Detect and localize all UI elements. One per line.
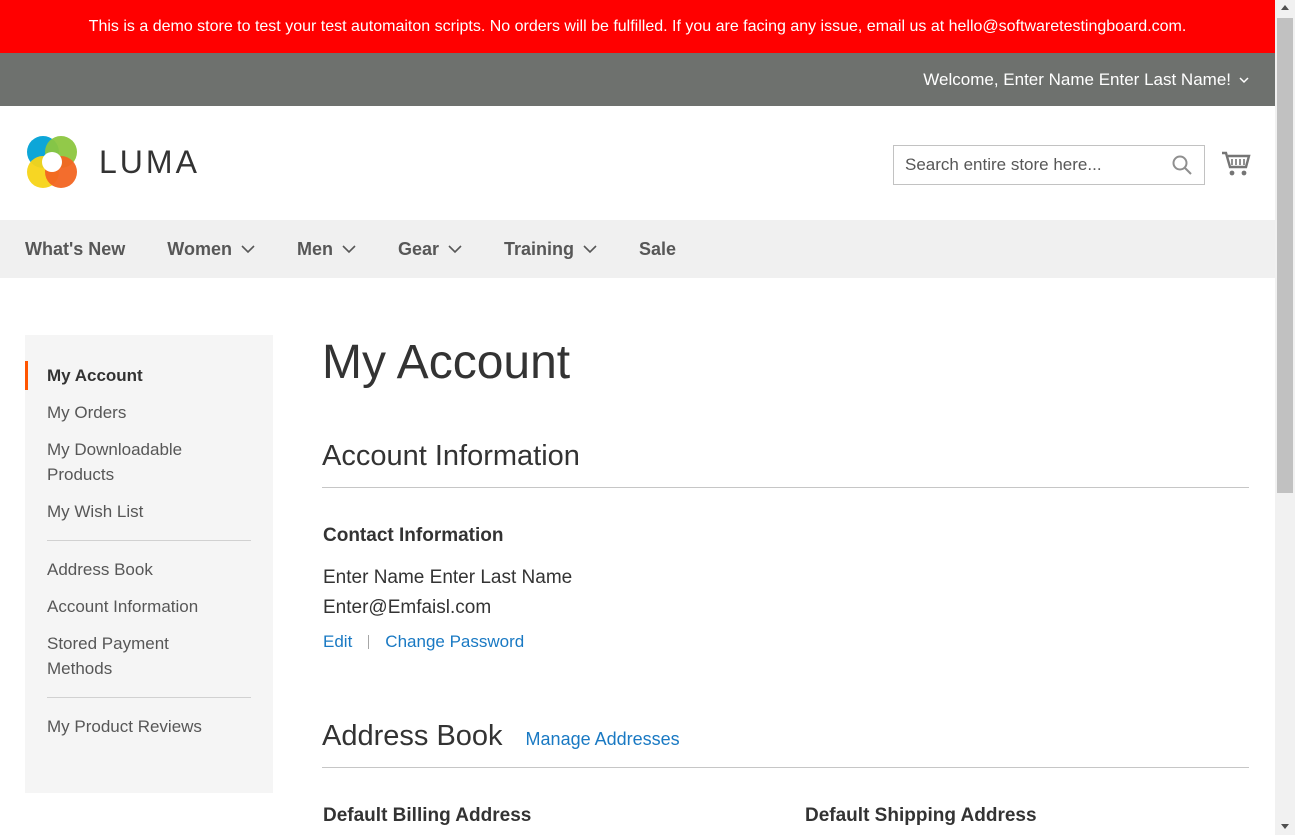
nav-item-whats-new[interactable]: What's New	[25, 239, 125, 260]
contact-email: Enter@Emfaisl.com	[323, 597, 492, 618]
sidebar-item-my-account[interactable]: My Account	[25, 357, 273, 394]
site-header: LUMA	[0, 106, 1275, 220]
sidebar-item-product-reviews[interactable]: My Product Reviews	[25, 708, 273, 745]
sidebar-divider	[47, 540, 251, 541]
welcome-menu[interactable]: Welcome, Enter Name Enter Last Name!	[923, 70, 1249, 90]
sidebar-item-label: Address Book	[47, 560, 153, 579]
nav-item-gear[interactable]: Gear	[398, 239, 462, 260]
page-scrollbar[interactable]	[1275, 0, 1295, 835]
demo-notice-bar: This is a demo store to test your test a…	[0, 0, 1275, 53]
page-title: My Account	[322, 336, 571, 389]
nav-label: Men	[296, 238, 333, 259]
section-title: Address Book	[322, 720, 503, 752]
nav-item-men[interactable]: Men	[297, 239, 356, 260]
nav-label: Sale	[639, 238, 677, 259]
chevron-down-icon	[1239, 76, 1249, 83]
welcome-bar: Welcome, Enter Name Enter Last Name!	[0, 53, 1275, 106]
contact-information-title: Contact Information	[323, 525, 504, 546]
nav-item-training[interactable]: Training	[504, 239, 597, 260]
nav-item-women[interactable]: Women	[167, 239, 255, 260]
account-information-section: Account Information	[322, 440, 1249, 488]
sidebar-item-stored-payment-methods[interactable]: Stored Payment Methods	[25, 625, 225, 687]
scroll-down-icon[interactable]	[1281, 824, 1289, 829]
nav-label: What's New	[25, 238, 126, 259]
welcome-text: Welcome, Enter Name Enter Last Name!	[923, 69, 1231, 89]
sidebar-item-label: My Downloadable Products	[47, 440, 183, 484]
default-shipping-title: Default Shipping Address	[805, 805, 1037, 826]
manage-addresses-link[interactable]: Manage Addresses	[526, 729, 680, 750]
sidebar-item-label: My Account	[47, 366, 143, 385]
search-icon[interactable]	[1171, 154, 1193, 176]
demo-notice-text: This is a demo store to test your test a…	[88, 17, 1187, 35]
scrollbar-thumb[interactable]	[1277, 18, 1293, 493]
scroll-up-icon[interactable]	[1281, 5, 1289, 10]
nav-item-sale[interactable]: Sale	[639, 239, 676, 260]
sidebar-item-address-book[interactable]: Address Book	[25, 551, 273, 588]
account-sidebar: My Account My Orders My Downloadable Pro…	[25, 335, 273, 793]
edit-link[interactable]: Edit	[323, 632, 352, 652]
main-nav: What's New Women Men Gear Training Sale	[0, 220, 1275, 278]
cart-icon[interactable]	[1221, 148, 1251, 178]
sidebar-item-my-orders[interactable]: My Orders	[25, 394, 273, 431]
contact-name: Enter Name Enter Last Name	[323, 567, 573, 588]
logo[interactable]: LUMA	[25, 134, 200, 190]
chevron-down-icon	[583, 244, 597, 253]
address-book-section: Address Book Manage Addresses	[322, 720, 1249, 768]
chevron-down-icon	[342, 244, 356, 253]
section-title: Account Information	[322, 440, 580, 472]
chevron-down-icon	[241, 244, 255, 253]
search-box	[893, 145, 1205, 185]
sidebar-item-label: Account Information	[47, 597, 199, 616]
sidebar-divider	[47, 697, 251, 698]
sidebar-item-wish-list[interactable]: My Wish List	[25, 493, 273, 530]
change-password-link[interactable]: Change Password	[385, 632, 524, 652]
sidebar-item-label: My Orders	[47, 403, 127, 422]
luma-logo-icon	[27, 136, 77, 188]
sidebar-item-account-information[interactable]: Account Information	[25, 588, 273, 625]
default-billing-title: Default Billing Address	[323, 805, 532, 826]
sidebar-item-label: Stored Payment Methods	[47, 634, 169, 678]
sidebar-item-label: My Product Reviews	[47, 717, 202, 736]
contact-actions: Edit Change Password	[323, 632, 524, 652]
nav-label: Training	[504, 238, 575, 259]
logo-text: LUMA	[99, 143, 200, 180]
sidebar-item-label: My Wish List	[47, 502, 144, 521]
link-separator	[368, 635, 370, 649]
main-content: My Account Account Information Contact I…	[322, 330, 1249, 826]
sidebar-item-downloadable-products[interactable]: My Downloadable Products	[25, 431, 225, 493]
nav-label: Gear	[397, 238, 439, 259]
nav-label: Women	[167, 238, 232, 259]
search-input[interactable]	[905, 155, 1171, 175]
chevron-down-icon	[448, 244, 462, 253]
